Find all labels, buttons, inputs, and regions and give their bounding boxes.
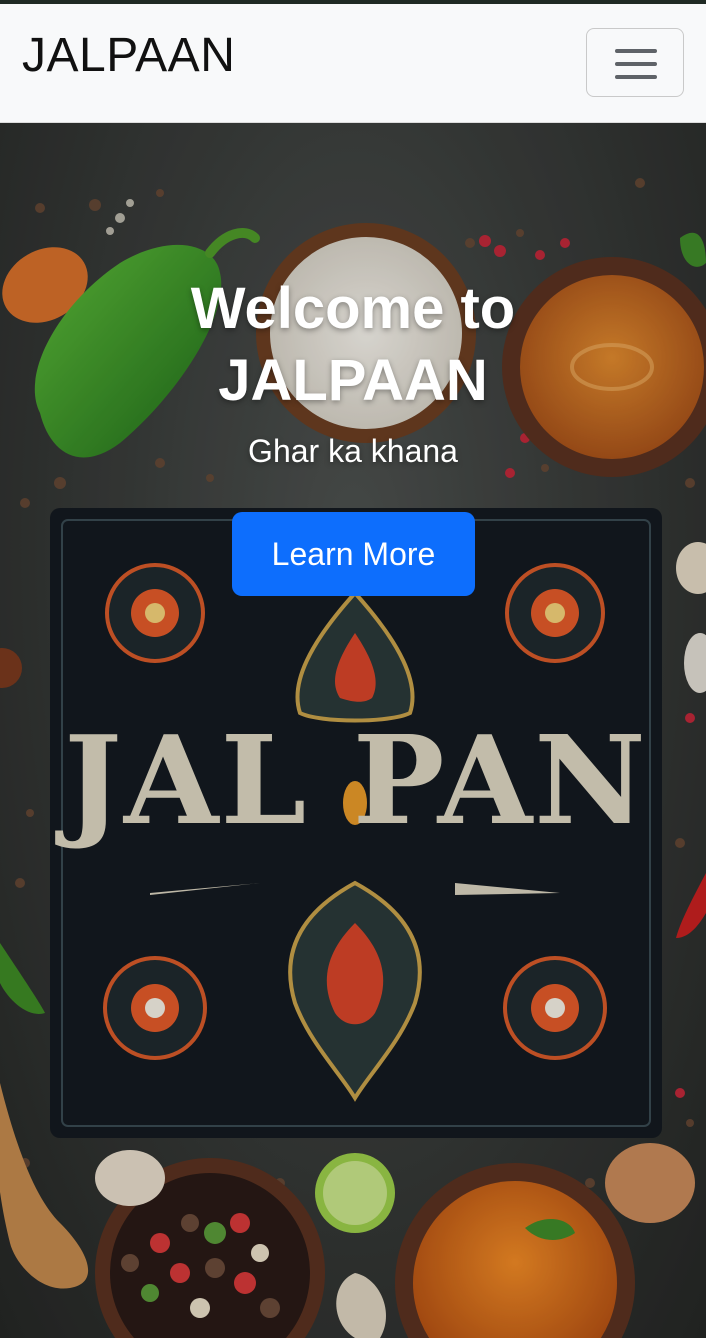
navbar-brand[interactable]: JALPAAN [22, 28, 235, 83]
navbar: JALPAAN [0, 4, 706, 123]
hero-subtitle: Ghar ka khana [248, 433, 458, 469]
learn-more-button[interactable]: Learn More [232, 512, 475, 596]
hero-title: Welcome to JALPAAN [190, 276, 516, 413]
hero-section: JAL PAN Welcome to JALPAAN Ghar ka khana … [0, 123, 706, 1338]
menu-toggle-button[interactable] [586, 28, 684, 97]
